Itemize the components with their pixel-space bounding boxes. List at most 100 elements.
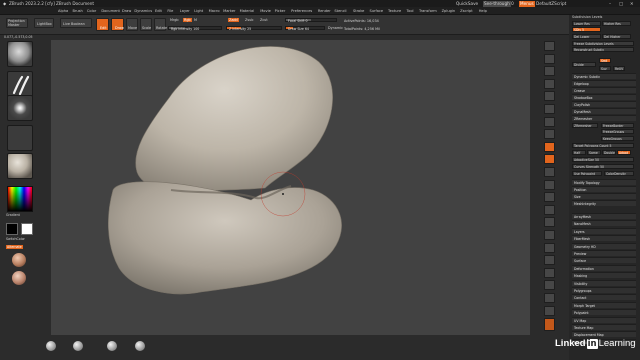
use-polypaint-button[interactable]: Use Polypaint [572,171,602,176]
half-button[interactable]: Half [572,150,586,155]
brush-preset-ball-icon-3[interactable] [107,341,117,351]
meshintegrity-subpalette[interactable]: MeshIntegrity [572,200,636,206]
tool-displacement-map-subpalette[interactable]: Displacement Map [572,331,636,338]
skin-material-ball-icon[interactable] [12,253,26,267]
spix-icon[interactable] [544,53,555,64]
dynamic-subdiv-subpalette[interactable]: Dynamic Subdiv [572,73,636,79]
tool-deformation-subpalette[interactable]: Deformation [572,264,636,271]
tool-contact-subpalette[interactable]: Contact [572,294,636,301]
lsym-icon[interactable] [544,154,555,165]
tool-preview-subpalette[interactable]: Preview [572,250,636,256]
zcut-toggle[interactable]: Zcut [260,18,268,22]
rgb-toggle[interactable]: Rgb [183,18,192,22]
zoom3d-icon[interactable] [544,204,555,215]
tool-fibermesh-subpalette[interactable]: FiberMesh [572,235,636,242]
menu-zplugin[interactable]: Zplugin [442,7,456,15]
live-boolean-button[interactable]: Live Boolean [60,18,92,28]
color-density-slider[interactable]: ColorDensity [604,171,634,176]
double-button[interactable]: Double [602,150,616,155]
m-toggle[interactable]: M [194,18,197,22]
local-icon[interactable] [544,141,555,152]
draw-size-slider[interactable]: Draw Size 64 [285,26,325,31]
del-higher-button[interactable]: Del Higher [602,34,631,39]
menu-file[interactable]: File [167,7,173,15]
minimize-icon[interactable]: – [609,0,611,7]
tool-arraymesh-subpalette[interactable]: ArrayMesh [572,213,636,219]
crease-subpalette[interactable]: Crease [572,87,636,93]
dynamesh-subpalette[interactable]: DynaMesh [572,108,636,114]
brush-preset-ball-icon-1[interactable] [46,341,56,351]
move-button[interactable]: Move [126,18,138,31]
tool-layers-subpalette[interactable]: Layers [572,227,636,234]
brush-preset-ball-icon-2[interactable] [73,341,83,351]
tool-masking-subpalette[interactable]: Masking [572,272,636,279]
menu-stroke[interactable]: Stroke [353,7,364,15]
menu-layer[interactable]: Layer [180,7,190,15]
aahalf-icon[interactable] [544,104,555,114]
tool-texture-map-subpalette[interactable]: Texture Map [572,324,636,330]
solo-icon[interactable] [544,280,555,291]
menu-brush[interactable]: Brush [72,7,82,15]
actual-icon[interactable] [544,91,555,102]
sdiv-slider[interactable]: SDiv 5 [572,27,601,32]
maximize-icon[interactable]: □ [619,0,623,7]
focal-shift-slider[interactable]: Focal Shift 0 [285,18,337,23]
zsub-toggle[interactable]: Zsub [245,18,253,22]
tool-surface-subpalette[interactable]: Surface [572,257,636,264]
primary-color-swatch[interactable] [6,223,18,235]
claypolish-subpalette[interactable]: ClayPolish [572,101,636,107]
menu-alpha[interactable]: Alpha [58,7,68,15]
menu-material[interactable]: Material [240,7,255,15]
shadowbox-subpalette[interactable]: ShadowBox [572,94,636,100]
close-icon[interactable]: ✕ [630,0,634,7]
edit-button[interactable]: Edit [96,18,109,31]
move-icon[interactable] [544,192,555,203]
zadd-toggle[interactable]: Zadd [228,18,239,22]
lightbox-button[interactable]: LightBox [34,18,54,28]
stroke-thumbnail[interactable] [7,71,33,97]
adaptive-size-slider[interactable]: AdaptiveSize 50 [572,157,634,162]
rgb-intensity-slider[interactable]: Rgb Intensity 100 [168,26,222,31]
freeze-subdivision-button[interactable]: Freeze Subdivision Levels [572,41,634,46]
scale-button[interactable]: Scale [140,18,152,31]
curves-strength-slider[interactable]: Curves Strength 50 [572,164,634,169]
suv-toggle[interactable]: Suv [599,66,611,71]
menu-edit[interactable]: Edit [155,7,162,15]
higher-res-button[interactable]: Higher Res [602,21,631,26]
orange-block-icon[interactable] [544,318,555,332]
menu-document[interactable]: Document [101,7,120,15]
menu-zscript[interactable]: Zscript [460,7,472,15]
menu-draw[interactable]: Draw [122,7,131,15]
menu-marker[interactable]: Marker [223,7,235,15]
menu-preferences[interactable]: Preferences [291,7,312,15]
alternate-button[interactable]: Alternate [6,245,23,249]
texture-thumbnail[interactable] [7,125,33,151]
tool-uv-map-subpalette[interactable]: UV Map [572,316,636,323]
menu-transform[interactable]: Transform [419,7,437,15]
mrgb-toggle[interactable]: Mrgb [170,18,179,22]
divide-button[interactable]: Divide [572,62,596,67]
reconstruct-subdiv-button[interactable]: Reconstruct Subdiv [572,47,634,52]
projection-master-button[interactable]: Projection Master [6,18,28,28]
xpose-icon[interactable] [544,293,555,303]
tool-polygroups-subpalette[interactable]: Polygroups [572,287,636,293]
polyf-icon[interactable] [544,242,555,253]
target-polygons-slider[interactable]: Target Polygons Count 5 [572,143,634,148]
frame-icon[interactable] [544,179,555,190]
size-subpalette[interactable]: Size [572,193,636,199]
tool-morph-target-subpalette[interactable]: Morph Target [572,301,636,308]
same-button[interactable]: Same [587,150,601,155]
tool-geometry-hd-subpalette[interactable]: Geometry HD [572,242,636,249]
see-through-slider[interactable]: See-through 0 [483,0,514,7]
keep-groups-button[interactable]: KeepGroups [601,136,634,141]
position-subpalette[interactable]: Position [572,186,636,192]
linefill-icon[interactable] [544,230,555,240]
floor-icon[interactable] [544,129,555,140]
del-lower-button[interactable]: Del Lower [572,34,601,39]
menus-button[interactable]: Menus [519,0,535,7]
menu-dynamics[interactable]: Dynamics [134,7,152,15]
zremesher-subpalette[interactable]: ZRemesher [572,115,636,121]
secondary-color-swatch[interactable] [21,223,33,235]
rotate-button[interactable]: Rotate [154,18,167,31]
subdivision-levels-header[interactable]: Subdivision Levels [572,15,602,19]
